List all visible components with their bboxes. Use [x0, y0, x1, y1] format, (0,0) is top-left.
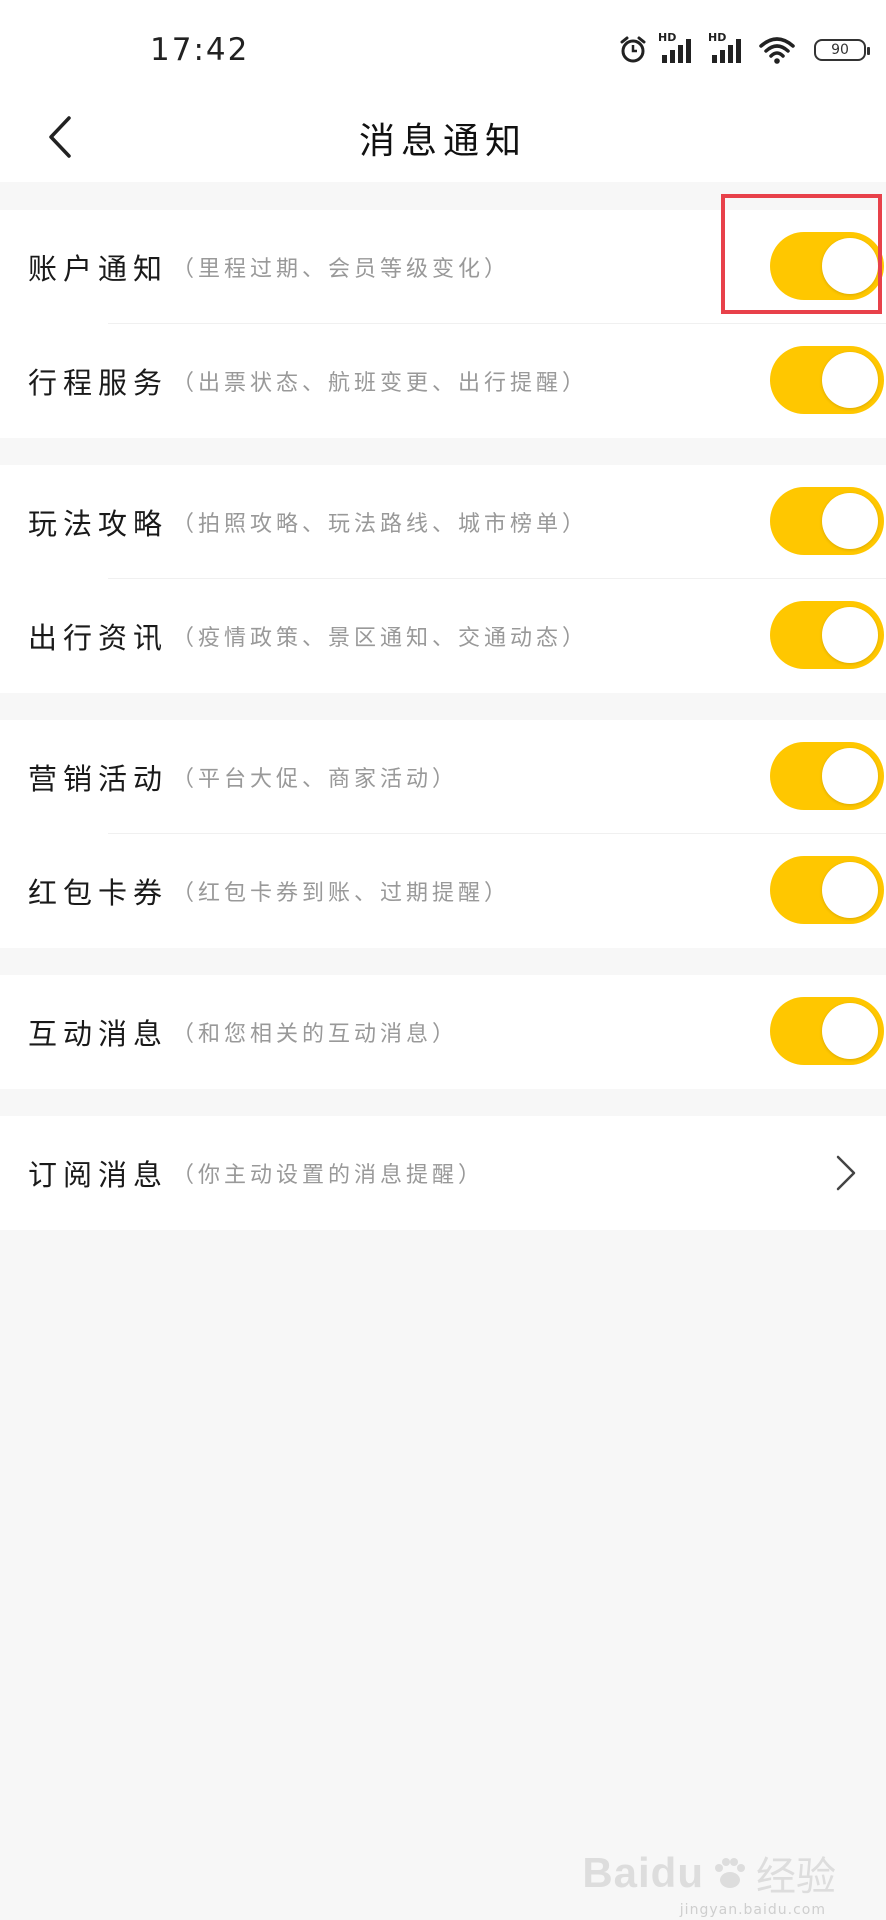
page-title: 消息通知: [358, 121, 527, 162]
toggle-knob: [822, 607, 878, 663]
battery-level: 90: [831, 42, 849, 58]
toggle-knob: [822, 352, 878, 408]
setting-desc: （疫情政策、景区通知、交通动态）: [172, 626, 589, 651]
watermark-sub: 经验: [756, 1854, 836, 1900]
setting-desc: （红包卡券到账、过期提醒）: [172, 881, 511, 906]
settings-group-5: 订阅消息 （你主动设置的消息提醒）: [0, 1116, 886, 1230]
watermark: Baidu 经验: [582, 1844, 836, 1902]
watermark-logo: Baidu: [582, 1849, 704, 1896]
setting-title: 互动消息: [28, 1017, 169, 1051]
setting-desc: （平台大促、商家活动）: [172, 767, 459, 792]
setting-title: 红包卡券: [28, 876, 169, 910]
setting-desc: （里程过期、会员等级变化）: [172, 257, 511, 282]
setting-row-trip: 行程服务 （出票状态、航班变更、出行提醒）: [0, 324, 886, 438]
wifi-icon: [759, 37, 795, 64]
settings-group-2: 玩法攻略 （拍照攻略、玩法路线、城市榜单） 出行资讯 （疫情政策、景区通知、交通…: [0, 465, 886, 693]
setting-title: 账户通知: [28, 252, 169, 286]
setting-title: 出行资讯: [28, 621, 169, 655]
setting-title: 行程服务: [28, 366, 169, 400]
settings-group-4: 互动消息 （和您相关的互动消息）: [0, 975, 886, 1089]
setting-title: 营销活动: [28, 762, 169, 796]
travel-guide-toggle[interactable]: [770, 487, 884, 555]
setting-desc: （你主动设置的消息提醒）: [172, 1163, 485, 1188]
setting-row-guides: 玩法攻略 （拍照攻略、玩法路线、城市榜单）: [0, 465, 886, 579]
watermark-url: jingyan.baidu.com: [679, 1902, 826, 1918]
setting-row-interaction: 互动消息 （和您相关的互动消息）: [0, 975, 886, 1089]
toggle-knob: [822, 493, 878, 549]
setting-row-news: 出行资讯 （疫情政策、景区通知、交通动态）: [0, 579, 886, 693]
alarm-icon: [620, 36, 646, 63]
travel-news-toggle[interactable]: [770, 601, 884, 669]
nav-bar: 消息通知: [0, 100, 886, 182]
toggle-knob: [822, 862, 878, 918]
account-notification-toggle[interactable]: [770, 232, 884, 300]
interaction-toggle[interactable]: [770, 997, 884, 1065]
trip-service-toggle[interactable]: [770, 346, 884, 414]
setting-row-marketing: 营销活动 （平台大促、商家活动）: [0, 720, 886, 834]
setting-desc: （出票状态、航班变更、出行提醒）: [172, 371, 589, 396]
status-icons: HD HD 90: [618, 30, 870, 70]
setting-row-account: 账户通知 （里程过期、会员等级变化）: [0, 210, 886, 324]
battery-icon: 90: [814, 39, 870, 61]
toggle-knob: [822, 238, 878, 294]
status-bar: 17:42 HD HD 90: [0, 0, 886, 100]
hd-signal-icon: HD: [708, 31, 748, 65]
toggle-knob: [822, 1003, 878, 1059]
setting-title: 玩法攻略: [28, 507, 169, 541]
setting-row-subscription[interactable]: 订阅消息 （你主动设置的消息提醒）: [0, 1116, 886, 1230]
hd-signal-icon: HD: [658, 31, 698, 65]
toggle-knob: [822, 748, 878, 804]
chevron-right-icon[interactable]: [830, 1151, 860, 1195]
marketing-toggle[interactable]: [770, 742, 884, 810]
setting-desc: （和您相关的互动消息）: [172, 1022, 459, 1047]
paw-icon: [715, 1858, 745, 1888]
status-time: 17:42: [150, 32, 250, 68]
setting-row-coupons: 红包卡券 （红包卡券到账、过期提醒）: [0, 834, 886, 948]
settings-group-3: 营销活动 （平台大促、商家活动） 红包卡券 （红包卡券到账、过期提醒）: [0, 720, 886, 948]
setting-desc: （拍照攻略、玩法路线、城市榜单）: [172, 512, 589, 537]
settings-group-1: 账户通知 （里程过期、会员等级变化） 行程服务 （出票状态、航班变更、出行提醒）: [0, 210, 886, 438]
coupon-toggle[interactable]: [770, 856, 884, 924]
setting-title: 订阅消息: [28, 1158, 169, 1192]
